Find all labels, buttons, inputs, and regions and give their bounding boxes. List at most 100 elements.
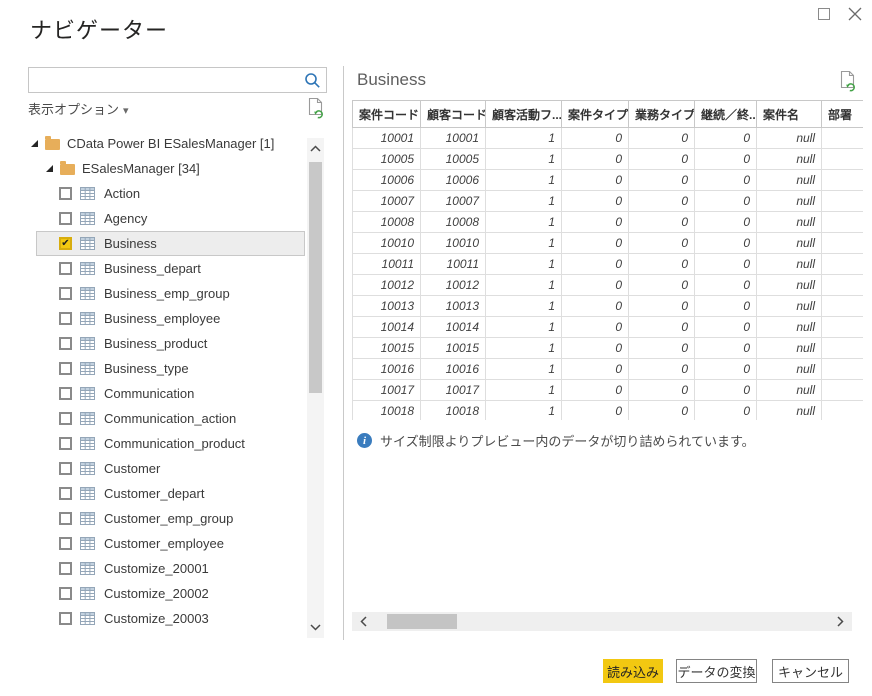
search-icon[interactable] <box>304 72 321 94</box>
tree-item-label: Customize_20002 <box>104 586 209 601</box>
table-cell: 0 <box>628 190 695 212</box>
tree-item-Customer_depart[interactable]: Customer_depart <box>36 481 305 506</box>
table-cell: 1 <box>485 190 562 212</box>
checkbox[interactable] <box>59 512 72 525</box>
checkbox[interactable] <box>59 337 72 350</box>
table-cell: 0 <box>694 169 757 191</box>
tree-item-Customize_20002[interactable]: Customize_20002 <box>36 581 305 606</box>
horizontal-scrollbar-thumb[interactable] <box>387 614 457 629</box>
chevron-down-icon: ▾ <box>123 105 129 117</box>
refresh-preview-icon[interactable] <box>838 70 857 97</box>
table-cell <box>821 274 863 296</box>
checkbox[interactable] <box>59 362 72 375</box>
table-cell: 0 <box>628 358 695 380</box>
tree-item-Action[interactable]: Action <box>36 181 305 206</box>
transform-data-button[interactable]: データの変換 <box>676 659 757 683</box>
checkbox[interactable] <box>59 262 72 275</box>
folder-icon <box>60 161 75 175</box>
table-cell: 10015 <box>352 337 421 359</box>
checkbox[interactable] <box>59 212 72 225</box>
table-cell: 0 <box>561 211 629 233</box>
tree-item-Customer_employee[interactable]: Customer_employee <box>36 531 305 556</box>
checkbox[interactable] <box>59 537 72 550</box>
table-cell: 10008 <box>420 211 486 233</box>
table-cell: 0 <box>628 274 695 296</box>
tree-item-label: Business_product <box>104 336 208 351</box>
tree-item-Communication[interactable]: Communication <box>36 381 305 406</box>
table-cell: null <box>756 379 822 401</box>
close-icon[interactable] <box>846 5 864 23</box>
table-cell: 10017 <box>352 379 421 401</box>
checkbox[interactable]: ✔ <box>59 237 72 250</box>
table-cell: 1 <box>485 148 562 170</box>
folder-icon <box>45 136 60 150</box>
load-button[interactable]: 読み込み <box>603 659 663 683</box>
cancel-button[interactable]: キャンセル <box>772 659 849 683</box>
table-cell: 10005 <box>352 148 421 170</box>
table-icon <box>80 487 95 500</box>
refresh-icon[interactable] <box>306 97 325 124</box>
tree-item-Business_type[interactable]: Business_type <box>36 356 305 381</box>
checkbox[interactable] <box>59 412 72 425</box>
expand-triangle-icon[interactable] <box>30 139 39 148</box>
table-cell: 0 <box>628 169 695 191</box>
scroll-right-icon[interactable] <box>831 612 850 631</box>
tree-item-Customize_20003[interactable]: Customize_20003 <box>36 606 305 631</box>
table-cell: 1 <box>485 316 562 338</box>
table-cell: 0 <box>628 253 695 275</box>
tree-item-label: Business <box>104 236 157 251</box>
table-cell: 0 <box>694 190 757 212</box>
vertical-scrollbar[interactable] <box>307 138 324 638</box>
scroll-up-icon[interactable] <box>307 140 324 157</box>
vertical-scrollbar-thumb[interactable] <box>309 162 322 393</box>
data-table: 案件コード 顧客コード 顧客活動フ... 案件タイプ 業務タイプ 継続／終... 案件名 部署… <box>352 100 863 420</box>
checkbox[interactable] <box>59 487 72 500</box>
tree-item-Customize_20001[interactable]: Customize_20001 <box>36 556 305 581</box>
tree-item-Communication_action[interactable]: Communication_action <box>36 406 305 431</box>
table-cell: null <box>756 169 822 191</box>
tree-item-Business[interactable]: ✔ Business <box>36 231 305 256</box>
tree-item-Agency[interactable]: Agency <box>36 206 305 231</box>
maximize-icon[interactable] <box>818 8 830 20</box>
tree-item-label: Customize_20001 <box>104 561 209 576</box>
search-input[interactable] <box>33 69 303 91</box>
tree-item-Business_product[interactable]: Business_product <box>36 331 305 356</box>
table-row: 10012 10012 1 0 0 0 null <box>352 274 863 296</box>
table-cell: 0 <box>628 379 695 401</box>
expand-triangle-icon[interactable] <box>45 164 54 173</box>
tree-folder-label: ESalesManager [34] <box>82 161 200 176</box>
table-cell: 0 <box>561 274 629 296</box>
tree-item-label: Business_depart <box>104 261 201 276</box>
display-options-dropdown[interactable]: 表示オプション ▾ <box>28 102 129 117</box>
checkbox[interactable] <box>59 612 72 625</box>
tree-item-Business_employee[interactable]: Business_employee <box>36 306 305 331</box>
checkbox[interactable] <box>59 312 72 325</box>
tree-folder-item[interactable]: ESalesManager [34] <box>28 156 305 181</box>
table-cell: 10012 <box>420 274 486 296</box>
tree-item-Customer_emp_group[interactable]: Customer_emp_group <box>36 506 305 531</box>
tree-item-Business_emp_group[interactable]: Business_emp_group <box>36 281 305 306</box>
checkbox[interactable] <box>59 387 72 400</box>
tree-folder-item[interactable]: CData Power BI ESalesManager [1] <box>28 131 305 156</box>
scroll-down-icon[interactable] <box>307 619 324 636</box>
tree-item-Communication_product[interactable]: Communication_product <box>36 431 305 456</box>
checkbox[interactable] <box>59 437 72 450</box>
checkbox[interactable] <box>59 587 72 600</box>
tree-item-Business_depart[interactable]: Business_depart <box>36 256 305 281</box>
checkbox[interactable] <box>59 187 72 200</box>
tree-item-Customer[interactable]: Customer <box>36 456 305 481</box>
checkbox[interactable] <box>59 562 72 575</box>
table-icon <box>80 362 95 375</box>
table-cell: 0 <box>561 127 629 149</box>
table-cell: 0 <box>694 295 757 317</box>
tree-item-label: Customer_depart <box>104 486 205 501</box>
checkbox[interactable] <box>59 287 72 300</box>
horizontal-scrollbar[interactable] <box>352 612 852 631</box>
table-row: 10018 10018 1 0 0 0 null <box>352 400 863 420</box>
table-cell: 0 <box>694 148 757 170</box>
scroll-left-icon[interactable] <box>354 612 373 631</box>
table-cell: null <box>756 127 822 149</box>
checkbox[interactable] <box>59 462 72 475</box>
table-cell: 10015 <box>420 337 486 359</box>
table-row: 10017 10017 1 0 0 0 null <box>352 379 863 401</box>
